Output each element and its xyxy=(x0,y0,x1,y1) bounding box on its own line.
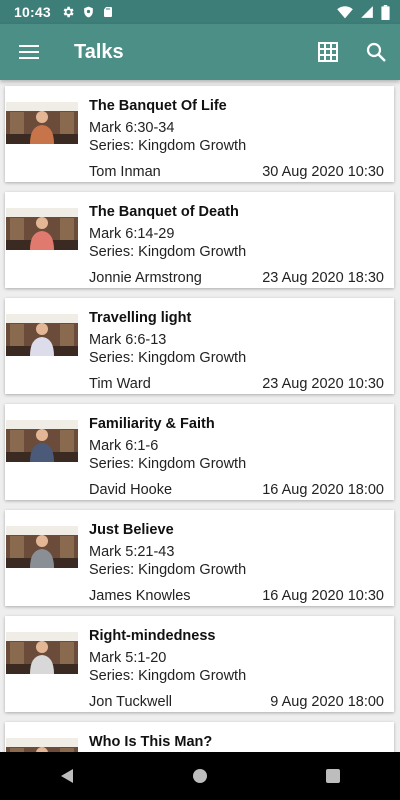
home-icon xyxy=(192,769,207,783)
talk-card[interactable]: The Banquet Of Life Mark 6:30-34 Series: K… xyxy=(5,86,394,182)
talk-date: 23 Aug 2020 18:30 xyxy=(262,270,384,286)
talk-date: 23 Aug 2020 10:30 xyxy=(262,376,384,392)
talk-series: Series: Kingdom Growth xyxy=(89,350,247,366)
page-title: Talks xyxy=(74,40,124,63)
talk-thumbnail xyxy=(6,102,78,144)
search-button[interactable] xyxy=(352,24,400,80)
search-icon xyxy=(366,42,386,62)
back-button[interactable] xyxy=(37,752,97,800)
navigation-bar xyxy=(0,752,400,800)
grid-view-button[interactable] xyxy=(304,24,352,80)
talk-title: Travelling light xyxy=(89,310,192,326)
talk-thumbnail xyxy=(6,420,78,462)
menu-button[interactable] xyxy=(1,24,57,80)
wifi-icon xyxy=(337,5,353,18)
talk-thumbnail xyxy=(6,208,78,250)
talk-passage: Mark 5:21-43 xyxy=(89,544,175,560)
talk-date: 16 Aug 2020 18:00 xyxy=(262,482,384,498)
home-button[interactable] xyxy=(170,752,230,800)
talk-date: 9 Aug 2020 18:00 xyxy=(270,694,384,710)
gear-icon xyxy=(63,6,74,18)
recents-button[interactable] xyxy=(303,752,363,800)
talk-card[interactable]: Familiarity & Faith Mark 6:1-6 Series: Kin… xyxy=(5,404,394,500)
talk-card[interactable]: Just Believe Mark 5:21-43 Series: Kingdom … xyxy=(5,510,394,606)
talk-title: Right-mindedness xyxy=(89,628,216,644)
talk-series: Series: Kingdom Growth xyxy=(89,562,247,578)
talk-date: 30 Aug 2020 10:30 xyxy=(262,164,384,180)
back-icon xyxy=(60,769,73,783)
talk-title: Just Believe xyxy=(89,522,174,538)
talk-series: Series: Kingdom Growth xyxy=(89,668,247,684)
talk-speaker: Jonnie Armstrong xyxy=(89,270,202,286)
status-bar: 10:43 xyxy=(0,0,400,24)
sd-card-icon xyxy=(103,7,112,17)
talks-list[interactable]: The Banquet Of Life Mark 6:30-34 Series: K… xyxy=(0,80,400,752)
talk-title: The Banquet of Death xyxy=(89,204,239,220)
talk-series: Series: Kingdom Growth xyxy=(89,456,247,472)
talk-series: Series: Kingdom Growth xyxy=(89,244,247,260)
talk-card[interactable]: Right-mindedness Mark 5:1-20 Series: Kingd… xyxy=(5,616,394,712)
battery-icon xyxy=(381,4,390,20)
talk-title: The Banquet Of Life xyxy=(89,98,227,114)
talk-thumbnail xyxy=(6,738,78,752)
talk-card[interactable]: Travelling light Mark 6:6-13 Series: Kingd… xyxy=(5,298,394,394)
talk-card[interactable]: The Banquet of Death Mark 6:14-29 Series: … xyxy=(5,192,394,288)
talk-title: Familiarity & Faith xyxy=(89,416,215,432)
talk-thumbnail xyxy=(6,632,78,674)
hamburger-menu-icon xyxy=(19,45,39,59)
talk-passage: Mark 5:1-20 xyxy=(89,650,167,666)
talk-speaker: Tom Inman xyxy=(89,164,161,180)
talk-thumbnail xyxy=(6,314,78,356)
talk-card[interactable]: Who Is This Man? xyxy=(5,722,394,752)
talk-speaker: Tim Ward xyxy=(89,376,151,392)
talk-passage: Mark 6:6-13 xyxy=(89,332,167,348)
talk-thumbnail xyxy=(6,526,78,568)
signal-icon xyxy=(361,6,373,18)
talk-date: 16 Aug 2020 10:30 xyxy=(262,588,384,604)
talk-speaker: David Hooke xyxy=(89,482,173,498)
talk-speaker: Jon Tuckwell xyxy=(89,694,173,710)
talk-series: Series: Kingdom Growth xyxy=(89,138,247,154)
grid-view-icon xyxy=(318,42,338,62)
app-bar: Talks xyxy=(0,24,400,80)
talk-passage: Mark 6:1-6 xyxy=(89,438,159,454)
talk-speaker: James Knowles xyxy=(89,588,191,604)
talk-passage: Mark 6:14-29 xyxy=(89,226,175,242)
talk-passage: Mark 6:30-34 xyxy=(89,120,175,136)
recents-icon xyxy=(326,769,341,783)
talk-title: Who Is This Man? xyxy=(89,734,213,750)
shield-icon xyxy=(83,6,93,18)
status-time: 10:43 xyxy=(14,4,51,20)
